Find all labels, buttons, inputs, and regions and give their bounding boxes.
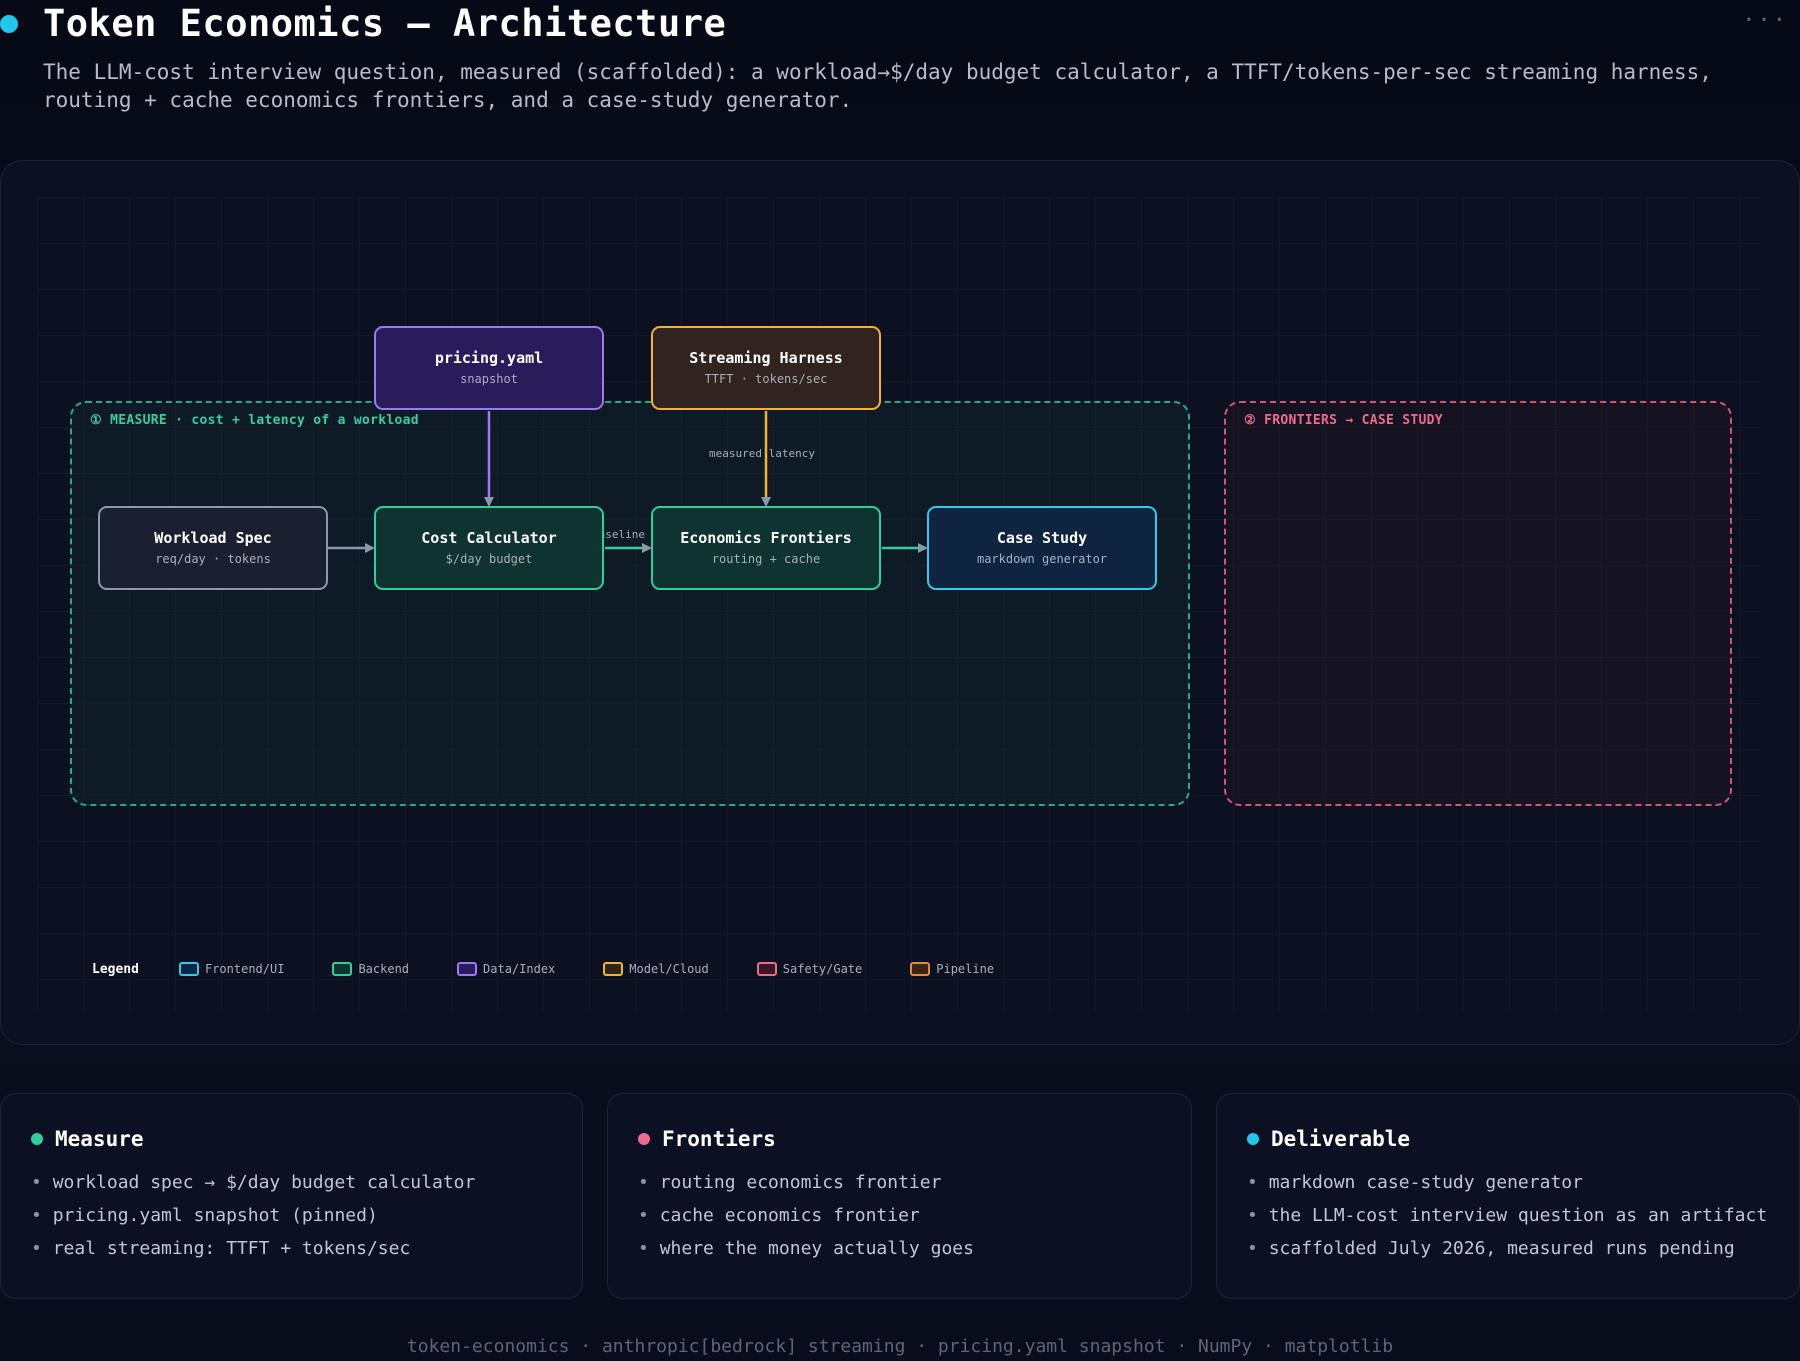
node-subtitle: snapshot [460, 372, 518, 386]
node-case-study[interactable]: Case Study markdown generator [927, 506, 1157, 590]
node-subtitle: $/day budget [445, 552, 533, 566]
legend-label: Frontend/UI [204, 962, 285, 976]
list-item: cache economics frontier [638, 1199, 1191, 1232]
legend-swatch [178, 962, 199, 976]
list-item: routing economics frontier [638, 1166, 1191, 1199]
header-status-dot [0, 15, 18, 33]
card-title: Frontiers [662, 1127, 776, 1151]
card-status-dot [1247, 1133, 1259, 1145]
card-status-dot [31, 1133, 43, 1145]
legend-label: Pipeline [936, 962, 995, 976]
node-streaming-harness[interactable]: Streaming Harness TTFT · tokens/sec [651, 326, 881, 410]
legend-title: Legend [92, 961, 139, 977]
card-status-dot [638, 1133, 650, 1145]
card-title: Deliverable [1271, 1127, 1411, 1151]
footer-tech-stack: token-economics · anthropic[bedrock] str… [406, 1336, 1394, 1357]
legend-item-model-cloud: Model/Cloud [603, 962, 709, 976]
node-subtitle: req/day · tokens [155, 552, 271, 566]
node-title: Streaming Harness [689, 349, 843, 367]
edge-label-measured-latency: measured latency [709, 447, 815, 460]
diagram-edges [328, 411, 928, 553]
legend-swatch [332, 962, 353, 976]
legend-label: Data/Index [483, 962, 556, 976]
legend-swatch [603, 962, 624, 976]
card-list: routing economics frontier cache economi… [638, 1166, 1191, 1265]
summary-cards: Measure workload spec → $/day budget cal… [0, 1093, 1800, 1301]
node-title: Cost Calculator [421, 529, 557, 547]
legend: Legend Frontend/UI Backend Data/Index Mo… [92, 959, 1042, 979]
node-title: Case Study [996, 529, 1088, 547]
architecture-canvas: ① MEASURE · cost + latency of a workload… [0, 160, 1800, 1045]
legend-item-data-index: Data/Index [457, 962, 555, 976]
list-item: the LLM-cost interview question as an ar… [1247, 1199, 1799, 1232]
node-title: Economics Frontiers [680, 529, 852, 547]
legend-item-safety-gate: Safety/Gate [756, 962, 863, 976]
node-title: Workload Spec [154, 529, 272, 547]
card-list: workload spec → $/day budget calculator … [31, 1166, 582, 1265]
legend-swatch [756, 962, 777, 976]
card-deliverable: Deliverable markdown case-study generato… [1216, 1093, 1800, 1299]
legend-swatch [910, 962, 931, 976]
node-subtitle: TTFT · tokens/sec [704, 372, 828, 386]
node-workload-spec[interactable]: Workload Spec req/day · tokens [98, 506, 328, 590]
node-economics-frontiers[interactable]: Economics Frontiers routing + cache [651, 506, 881, 590]
node-pricing-yaml[interactable]: pricing.yaml snapshot [374, 326, 604, 410]
node-cost-calculator[interactable]: Cost Calculator $/day budget [374, 506, 604, 590]
node-subtitle: markdown generator [976, 552, 1108, 566]
node-subtitle: routing + cache [711, 552, 821, 566]
list-item: workload spec → $/day budget calculator [31, 1166, 582, 1199]
legend-label: Safety/Gate [782, 962, 863, 976]
card-frontiers: Frontiers routing economics frontier cac… [607, 1093, 1192, 1299]
legend-item-frontend: Frontend/UI [178, 962, 285, 976]
more-options-icon[interactable]: ··· [1742, 8, 1788, 33]
list-item: scaffolded July 2026, measured runs pend… [1247, 1232, 1799, 1265]
legend-label: Model/Cloud [629, 962, 709, 976]
list-item: markdown case-study generator [1247, 1166, 1799, 1199]
node-title: pricing.yaml [434, 349, 544, 367]
legend-label: Backend [358, 962, 410, 976]
legend-item-backend: Backend [332, 962, 409, 976]
card-title: Measure [55, 1127, 144, 1151]
legend-item-pipeline: Pipeline [910, 962, 994, 976]
list-item: real streaming: TTFT + tokens/sec [31, 1232, 582, 1265]
card-list: markdown case-study generator the LLM-co… [1247, 1166, 1799, 1265]
list-item: pricing.yaml snapshot (pinned) [31, 1199, 582, 1232]
page-subtitle: The LLM-cost interview question, measure… [43, 60, 1712, 112]
edge-label-baseline: baseline [601, 528, 645, 541]
legend-swatch [457, 962, 478, 976]
card-measure: Measure workload spec → $/day budget cal… [0, 1093, 583, 1299]
page-title: Token Economics — Architecture [43, 2, 727, 45]
list-item: where the money actually goes [638, 1232, 1191, 1265]
